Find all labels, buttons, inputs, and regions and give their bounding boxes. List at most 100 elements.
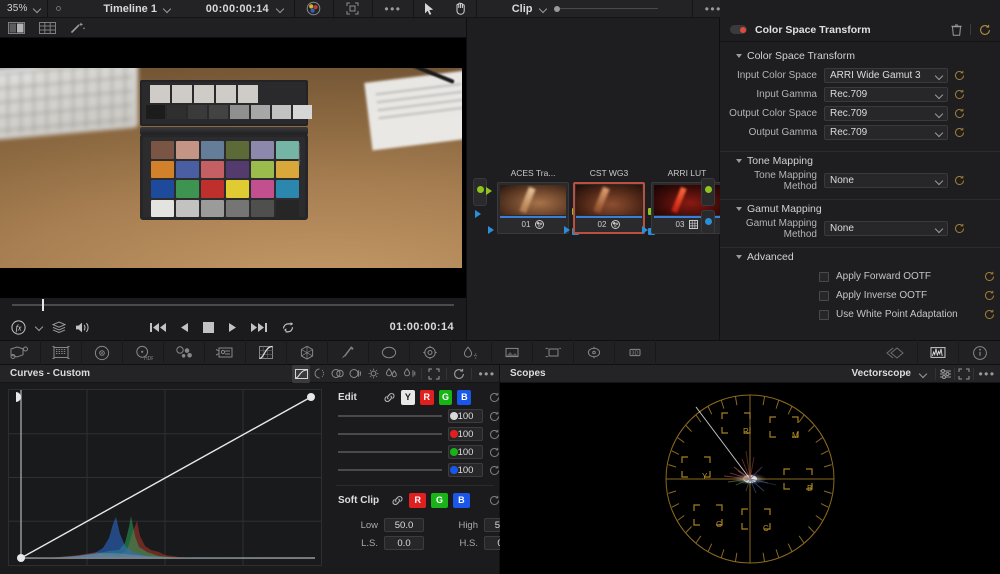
more-icon[interactable]: ••• bbox=[475, 365, 499, 383]
section-header-cst[interactable]: Color Space Transform bbox=[720, 47, 1000, 67]
reset-icon[interactable] bbox=[948, 89, 970, 100]
split-screen-icon[interactable] bbox=[8, 21, 25, 34]
soft-clip-low-value[interactable]: 50.0 bbox=[384, 518, 424, 532]
clip-slider-track[interactable] bbox=[559, 8, 658, 9]
info-icon[interactable] bbox=[959, 340, 1000, 365]
magic-mask-icon[interactable] bbox=[410, 340, 451, 365]
fx-chevron-down-icon[interactable] bbox=[35, 323, 43, 331]
channel-chip-b[interactable]: B bbox=[457, 389, 472, 405]
gamut-mapping-method-select[interactable]: None bbox=[824, 221, 948, 236]
output-color-space-select[interactable]: Rec.709 bbox=[824, 106, 948, 121]
reset-icon[interactable] bbox=[978, 290, 1000, 301]
slider-track-b[interactable] bbox=[338, 466, 458, 474]
chevron-down-icon[interactable] bbox=[736, 255, 742, 259]
scopes-icon[interactable] bbox=[918, 340, 959, 365]
color-wheel-icon[interactable] bbox=[295, 1, 333, 16]
reset-icon[interactable] bbox=[948, 108, 970, 119]
output-gamma-select[interactable]: Rec.709 bbox=[824, 125, 948, 140]
channel-chip-r[interactable]: R bbox=[419, 389, 434, 405]
chevron-down-icon[interactable] bbox=[736, 207, 742, 211]
power-window-icon[interactable] bbox=[328, 340, 369, 365]
slider-track-y[interactable] bbox=[338, 412, 458, 420]
checkbox-box[interactable] bbox=[819, 309, 829, 320]
reset-icon[interactable] bbox=[948, 127, 970, 138]
fx-toggle-icon[interactable]: fx bbox=[11, 319, 26, 335]
reset-icon[interactable] bbox=[489, 392, 500, 403]
checkbox-apply-forward-ootf[interactable]: Apply Forward OOTF bbox=[720, 268, 1000, 285]
hue-vs-lum-icon[interactable] bbox=[346, 365, 364, 383]
settings-sliders-icon[interactable] bbox=[936, 365, 954, 383]
scope-mode-value[interactable]: Vectorscope bbox=[852, 368, 911, 379]
viewer-more-icon[interactable]: ••• bbox=[373, 3, 413, 15]
link-icon[interactable] bbox=[383, 392, 396, 403]
chevron-down-icon[interactable] bbox=[736, 159, 742, 163]
slider-knob-b[interactable] bbox=[450, 466, 458, 474]
playhead[interactable] bbox=[42, 299, 44, 311]
more-icon[interactable]: ••• bbox=[974, 365, 1000, 383]
custom-curve-icon[interactable] bbox=[292, 364, 310, 383]
sat-vs-lum-icon[interactable] bbox=[400, 365, 418, 383]
chevron-down-icon[interactable] bbox=[33, 5, 41, 13]
reset-icon[interactable] bbox=[489, 495, 500, 506]
input-color-space-select[interactable]: ARRI Wide Gamut 3 bbox=[824, 68, 948, 83]
video-viewer[interactable]: colorchecker bbox=[0, 38, 466, 298]
key-icon[interactable] bbox=[492, 340, 533, 365]
soft-clip-chip-r[interactable]: R bbox=[409, 492, 427, 508]
hand-tool-icon[interactable] bbox=[446, 2, 476, 15]
reset-icon[interactable] bbox=[489, 429, 500, 440]
node-dot-icon[interactable] bbox=[55, 6, 61, 11]
loop-button[interactable] bbox=[281, 321, 295, 333]
timecode-chevron-down-icon[interactable] bbox=[276, 5, 284, 13]
step-back-button[interactable] bbox=[180, 322, 189, 333]
blur-icon[interactable] bbox=[451, 340, 492, 365]
section-header-advanced[interactable]: Advanced bbox=[720, 247, 1000, 268]
node-graph[interactable]: ACES Tra... 01 CST WG3 02 ARRI LUT 03 bbox=[466, 18, 733, 340]
soft-clip-chip-g[interactable]: G bbox=[431, 492, 448, 508]
input-gamma-select[interactable]: Rec.709 bbox=[824, 87, 948, 102]
color-warper-icon[interactable] bbox=[205, 340, 246, 365]
magic-wand-icon[interactable] bbox=[70, 21, 86, 34]
jump-end-button[interactable] bbox=[251, 322, 267, 333]
reset-icon[interactable] bbox=[948, 175, 970, 186]
checkbox-apply-inverse-ootf[interactable]: Apply Inverse OOTF bbox=[720, 287, 1000, 304]
gallery-icon[interactable] bbox=[877, 340, 918, 365]
tracker-icon[interactable] bbox=[369, 340, 410, 365]
3d-icon[interactable]: 3D bbox=[615, 340, 656, 365]
timeline-chevron-down-icon[interactable] bbox=[163, 5, 171, 13]
hue-vs-hue-icon[interactable] bbox=[310, 365, 328, 383]
reset-icon[interactable] bbox=[948, 70, 970, 81]
slider-knob-g[interactable] bbox=[450, 448, 458, 456]
hdr-wheels-icon[interactable]: HDR bbox=[123, 340, 164, 365]
reset-icon[interactable] bbox=[489, 411, 500, 422]
slider-knob-r[interactable] bbox=[450, 430, 458, 438]
color-match-icon[interactable] bbox=[82, 340, 123, 365]
lut-cube-icon[interactable] bbox=[0, 340, 41, 365]
source-node-green-port[interactable] bbox=[476, 186, 484, 193]
scrubber-track[interactable] bbox=[12, 304, 454, 306]
clip-chevron-down-icon[interactable] bbox=[539, 5, 547, 13]
checkbox-box[interactable] bbox=[819, 271, 829, 282]
node-01[interactable]: ACES Tra... 01 bbox=[488, 168, 579, 235]
reset-icon[interactable] bbox=[450, 365, 468, 383]
output-blue-port[interactable] bbox=[704, 218, 712, 225]
checkbox-box[interactable] bbox=[819, 290, 829, 301]
soft-clip-ls-value[interactable]: 0.0 bbox=[384, 536, 424, 550]
reset-icon[interactable] bbox=[978, 271, 1000, 282]
channel-chip-y[interactable]: Y bbox=[400, 389, 415, 405]
sat-vs-sat-icon[interactable] bbox=[382, 365, 400, 383]
link-icon[interactable] bbox=[391, 495, 404, 506]
qualifier-icon[interactable] bbox=[287, 340, 328, 365]
expand-icon[interactable] bbox=[334, 2, 372, 15]
lum-vs-sat-icon[interactable] bbox=[364, 365, 382, 383]
cursor-arrow-icon[interactable] bbox=[414, 2, 446, 15]
jump-start-button[interactable] bbox=[150, 322, 166, 333]
scope-mode-chevron-down-icon[interactable] bbox=[919, 370, 927, 378]
grid-view-icon[interactable] bbox=[39, 21, 56, 34]
play-button[interactable] bbox=[228, 322, 237, 333]
expand-icon[interactable] bbox=[955, 365, 973, 383]
camera-raw-icon[interactable] bbox=[41, 340, 82, 365]
channel-chip-g[interactable]: G bbox=[438, 389, 453, 405]
custom-curve-graph[interactable] bbox=[8, 389, 322, 566]
node-02[interactable]: CST WG3 02 bbox=[564, 168, 655, 235]
zoom-control[interactable]: 35% bbox=[0, 0, 47, 18]
